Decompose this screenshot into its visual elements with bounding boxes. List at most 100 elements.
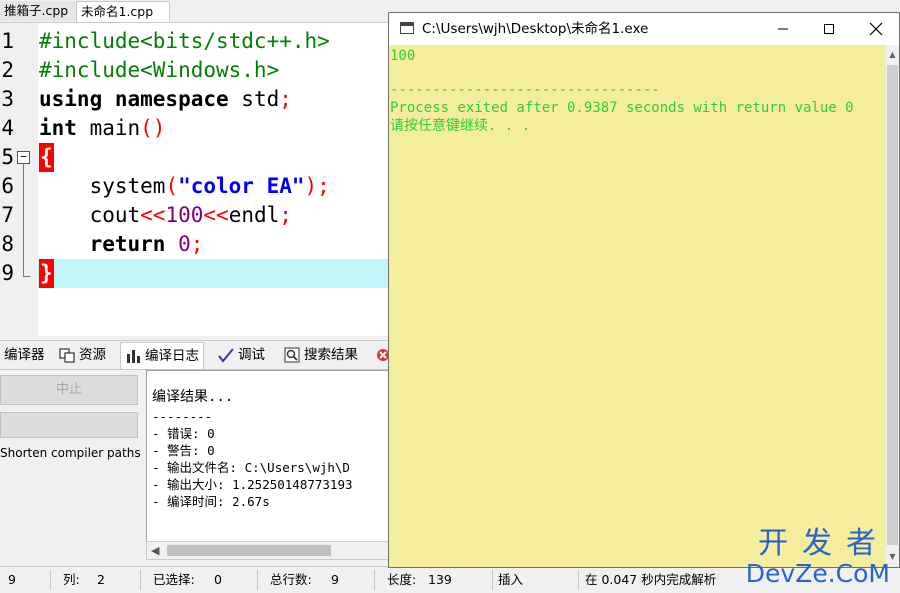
- console-vertical-scrollbar[interactable]: ▲ ▼: [886, 45, 899, 567]
- blank-button[interactable]: [0, 412, 138, 438]
- console-output[interactable]: 100 -------------------------------- Pro…: [389, 45, 886, 567]
- preprocessor-directive: #include<Windows.h>: [39, 58, 280, 82]
- abort-button[interactable]: 中止: [0, 375, 138, 405]
- symbol: ;: [190, 232, 204, 256]
- tab-label: 编译日志: [145, 348, 199, 364]
- console-line: 100: [390, 48, 416, 64]
- code-line-9: }: [39, 259, 54, 288]
- watermark-top-text: 开发者: [758, 526, 890, 561]
- preprocessor-directive: #include<bits/stdc++.h>: [39, 29, 330, 53]
- status-separator: [492, 570, 493, 590]
- tab-search-results[interactable]: 搜索结果: [284, 344, 358, 366]
- symbol: <<: [140, 203, 166, 227]
- log-line: - 输出文件名: C:\Users\wjh\D: [152, 460, 350, 475]
- current-line-highlight: [38, 259, 390, 288]
- tab-label: 资源: [79, 347, 106, 363]
- watermark-bottom-text: DevZe.CoM: [745, 559, 890, 588]
- line-number: 7: [1, 203, 14, 227]
- tab-compile-log[interactable]: 编译日志: [120, 342, 204, 369]
- status-separator: [140, 570, 141, 590]
- symbol: (: [165, 174, 179, 198]
- status-insert-mode: 插入: [498, 572, 524, 587]
- identifier: std: [228, 87, 280, 111]
- code-line-6: system("color EA");: [39, 172, 330, 201]
- tab-resources[interactable]: 资源: [59, 344, 106, 366]
- fold-guide-line: [23, 164, 24, 276]
- identifier: main: [76, 116, 141, 140]
- line-number: 5: [1, 145, 14, 169]
- symbol: (): [140, 116, 166, 140]
- line-number: 4: [1, 116, 14, 140]
- code-line-4: int main(): [39, 114, 165, 143]
- status-row-value: 9: [8, 572, 16, 587]
- shorten-compiler-paths-label[interactable]: Shorten compiler paths: [0, 446, 141, 460]
- status-separator: [374, 570, 375, 590]
- close-button[interactable]: [853, 13, 899, 45]
- symbol: ;: [279, 203, 292, 227]
- fold-collapse-icon[interactable]: −: [17, 151, 30, 164]
- console-line: 请按任意键继续. . .: [390, 118, 531, 134]
- console-line: --------------------------------: [390, 82, 660, 98]
- symbol: );: [304, 174, 330, 198]
- code-editor[interactable]: 1 2 3 4 5 6 7 8 9 − #include<bits/stdc++…: [0, 23, 390, 336]
- resources-icon: [59, 348, 75, 363]
- status-total-value: 9: [331, 572, 339, 587]
- compile-log-pane[interactable]: 编译结果... -------- - 错误: 0 - 警告: 0 - 输出文件名…: [146, 370, 392, 542]
- tab-debug[interactable]: 调试: [218, 344, 265, 366]
- tab-file-1[interactable]: 推箱子.cpp: [0, 1, 79, 21]
- keyword: return: [39, 232, 166, 256]
- line-number: 3: [1, 87, 14, 111]
- scroll-up-icon[interactable]: ▲: [887, 47, 898, 63]
- matched-brace: {: [39, 143, 54, 172]
- maximize-button[interactable]: [806, 13, 852, 45]
- log-line: - 输出大小: 1.25250148773193: [152, 477, 353, 492]
- line-number-gutter: 1 2 3 4 5 6 7 8 9 −: [0, 23, 38, 336]
- symbol: ;: [279, 87, 292, 111]
- status-col-label: 列:: [63, 572, 80, 587]
- code-line-2: #include<Windows.h>: [39, 56, 279, 85]
- identifier: endl: [228, 203, 280, 227]
- status-separator: [578, 570, 579, 590]
- code-line-5: {: [39, 143, 54, 172]
- maximize-icon: [824, 24, 834, 34]
- log-horizontal-scrollbar[interactable]: ◀: [146, 541, 392, 560]
- console-line: Process exited after 0.9387 seconds with…: [390, 100, 854, 116]
- scroll-left-icon[interactable]: ◀: [151, 542, 159, 559]
- status-total-label: 总行数:: [270, 572, 312, 587]
- line-number: 1: [1, 29, 14, 53]
- string-literal: "color EA": [178, 174, 305, 198]
- tab-compiler[interactable]: 编译器: [4, 344, 45, 366]
- console-title-bar[interactable]: C:\Users\wjh\Desktop\未命名1.exe: [389, 13, 899, 45]
- log-line: - 错误: 0: [152, 426, 215, 441]
- bottom-panel-tabs: 编译器 资源 编译日志 调试 搜索结果: [0, 340, 390, 370]
- identifier: system: [39, 174, 166, 198]
- bar-chart-icon: [127, 350, 140, 363]
- tab-label: 编译器: [4, 347, 45, 363]
- console-window[interactable]: C:\Users\wjh\Desktop\未命名1.exe 100 ------…: [388, 12, 900, 568]
- editor-tab-bar: 推箱子.cpp 未命名1.cpp: [0, 0, 390, 23]
- keyword: int: [39, 116, 77, 140]
- minimize-button[interactable]: [760, 13, 806, 45]
- scrollbar-thumb[interactable]: [167, 545, 331, 556]
- line-number: 9: [1, 261, 14, 285]
- status-parse-message: 在 0.047 秒内完成解析: [585, 572, 717, 587]
- tab-label: 搜索结果: [304, 347, 358, 363]
- number-literal: 100: [165, 203, 204, 227]
- status-len-value: 139: [428, 572, 452, 587]
- compile-controls: 中止 Shorten compiler paths: [0, 370, 145, 560]
- line-number: 6: [1, 174, 14, 198]
- scrollbar-thumb[interactable]: [887, 65, 898, 545]
- keyword: using namespace: [39, 87, 229, 111]
- code-line-8: return 0;: [39, 230, 204, 259]
- status-separator: [257, 570, 258, 590]
- log-line: - 警告: 0: [152, 443, 215, 458]
- log-line: - 编译时间: 2.67s: [152, 494, 270, 509]
- tab-file-2-active[interactable]: 未命名1.cpp: [76, 1, 170, 22]
- fold-guide-end: [23, 276, 30, 277]
- code-line-3: using namespace std;: [39, 85, 292, 114]
- tab-label: 调试: [238, 347, 265, 363]
- status-separator: [50, 570, 51, 590]
- status-len-label: 长度:: [387, 572, 417, 587]
- log-line: 编译结果...: [152, 389, 234, 405]
- status-sel-label: 已选择:: [153, 572, 195, 587]
